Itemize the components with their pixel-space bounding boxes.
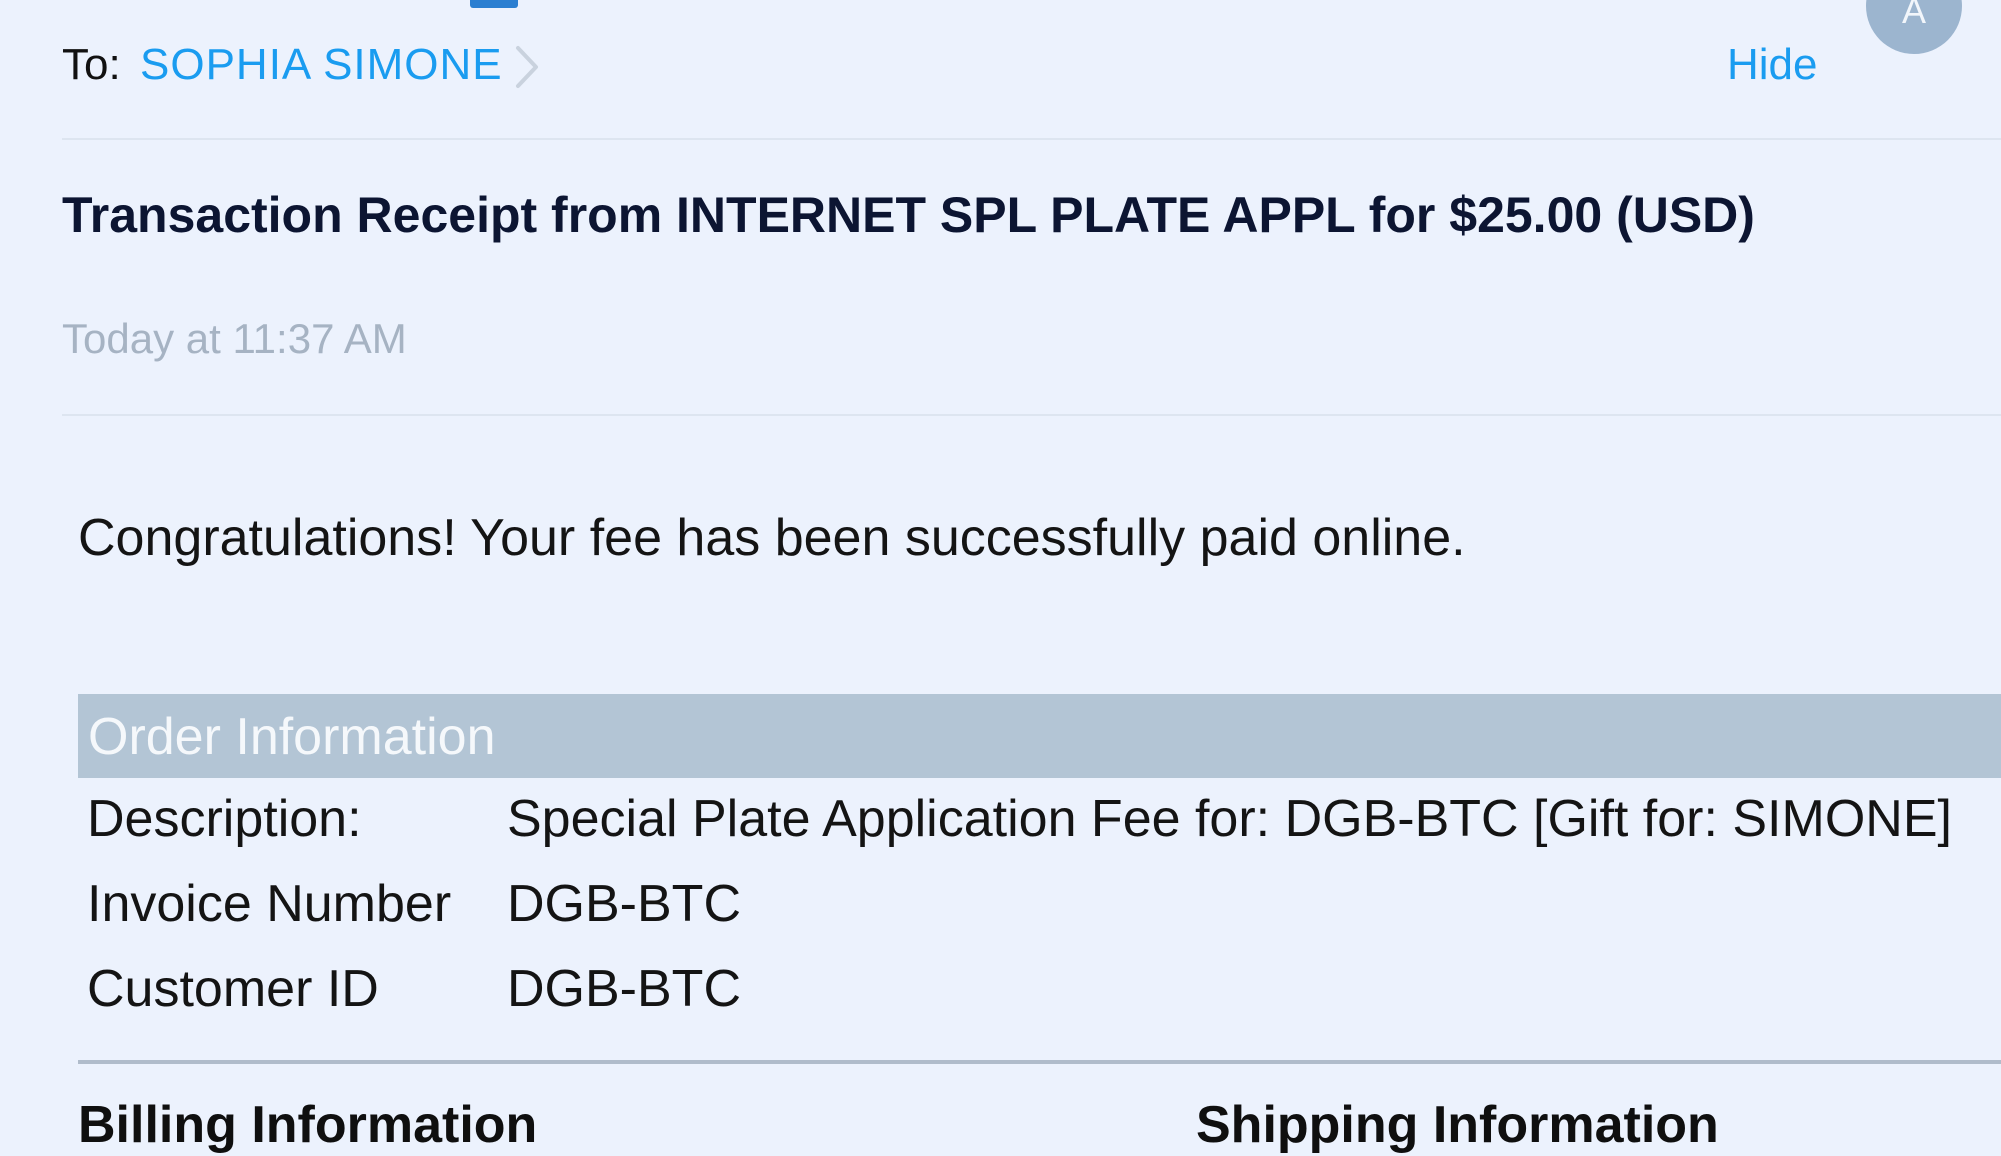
invoice-number-label: Invoice Number — [87, 875, 452, 933]
hide-button[interactable]: Hide — [1727, 38, 1818, 92]
customer-id-label: Customer ID — [87, 960, 379, 1018]
email-date: Today at 11:37 AM — [62, 315, 407, 362]
avatar[interactable]: A — [1866, 0, 1962, 54]
to-label: To: — [62, 40, 121, 89]
recipient-link[interactable]: SOPHIA SIMONE — [140, 38, 503, 92]
email-subject: Transaction Receipt from INTERNET SPL PL… — [62, 187, 1755, 243]
description-value: Special Plate Application Fee for: DGB-B… — [507, 790, 1952, 848]
section-divider — [78, 1060, 2001, 1064]
billing-information-header: Billing Information — [78, 1096, 538, 1154]
chevron-right-icon[interactable] — [512, 42, 542, 92]
congratulations-text: Congratulations! Your fee has been succe… — [78, 509, 1466, 567]
order-information-title: Order Information — [88, 708, 496, 766]
order-information-header: Order Information — [78, 694, 2001, 778]
header-divider — [62, 138, 2001, 140]
invoice-number-value: DGB-BTC — [507, 875, 741, 933]
top-clipped-element — [470, 0, 518, 8]
description-label: Description: — [87, 790, 362, 848]
avatar-initial: A — [1901, 0, 1926, 31]
shipping-information-header: Shipping Information — [1196, 1096, 1719, 1154]
subject-divider — [62, 414, 2001, 416]
customer-id-value: DGB-BTC — [507, 960, 741, 1018]
